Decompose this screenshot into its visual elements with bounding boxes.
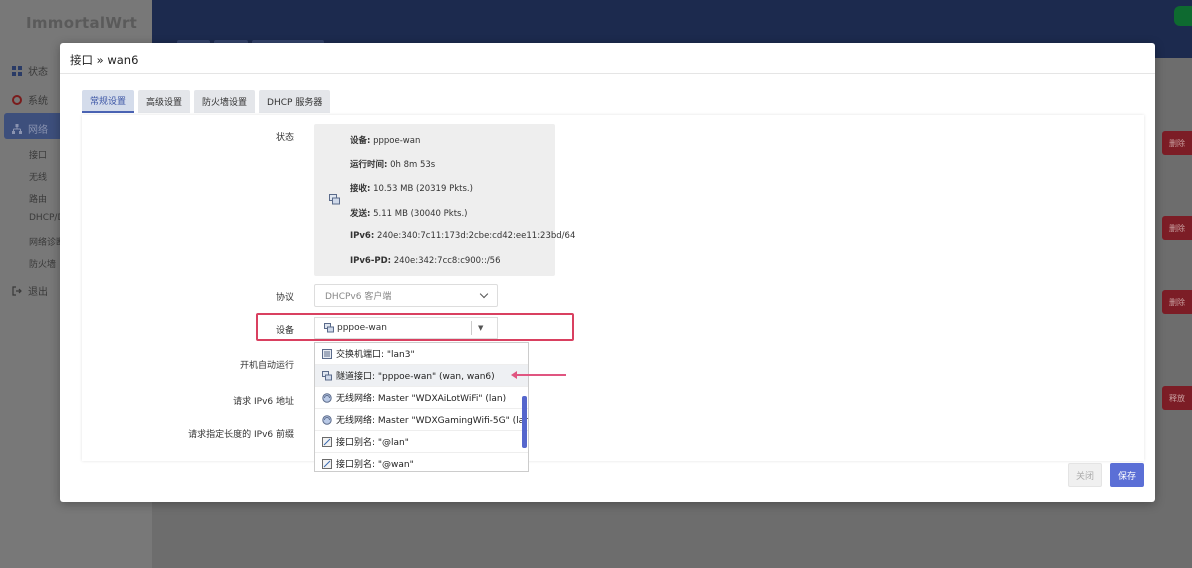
status-rx: 接收: 10.53 MB (20319 Pkts.) — [350, 184, 473, 194]
status-ipv6-pd: IPv6-PD: 240e:342:7cc8:c900::/56 — [350, 256, 501, 266]
sidebar-subitem-interfaces[interactable]: 接口 — [29, 148, 47, 161]
dropdown-item-alias[interactable]: 接口别名: "@wan" — [315, 453, 528, 471]
sidebar-item-system[interactable]: 系统 — [12, 92, 48, 107]
alias-icon — [322, 436, 332, 447]
dropdown-arrow-icon[interactable]: ▼ — [472, 324, 483, 332]
sidebar-item-label: 状态 — [28, 67, 48, 78]
delete-button[interactable]: 删除 — [1162, 131, 1192, 155]
status-tx: 发送: 5.11 MB (30040 Pkts.) — [350, 209, 468, 219]
sidebar-item-logout[interactable]: 退出 — [12, 283, 48, 298]
sidebar-item-label: 退出 — [28, 287, 48, 298]
request-ipv6-label: 请求 IPv6 地址 — [233, 397, 294, 407]
tab-dhcp-server[interactable]: DHCP 服务器 — [259, 90, 331, 113]
device-dropdown-list: 交换机端口: "lan3" 隧道接口: "pppoe-wan" (wan, wa… — [314, 342, 529, 472]
modal-title: 接口 » wan6 — [70, 53, 139, 67]
tab-advanced-settings[interactable]: 高级设置 — [138, 90, 191, 113]
close-button[interactable]: 关闭 — [1068, 463, 1102, 487]
sidebar-subitem-routes[interactable]: 路由 — [29, 192, 47, 205]
autostart-label: 开机自动运行 — [239, 361, 294, 371]
save-button[interactable]: 保存 — [1110, 463, 1144, 487]
request-prefix-label: 请求指定长度的 IPv6 前缀 — [188, 430, 294, 440]
switch-port-icon — [322, 348, 332, 359]
tunnel-icon — [324, 323, 334, 333]
network-icon — [12, 123, 22, 134]
alias-icon — [322, 458, 332, 469]
protocol-select[interactable]: DHCPv6 客户端 — [314, 284, 498, 307]
dashboard-icon — [12, 65, 22, 76]
device-select[interactable]: pppoe-wan ▼ — [314, 317, 498, 339]
tunnel-icon — [322, 370, 332, 380]
sidebar-item-label: 网络 — [28, 125, 48, 136]
status-uptime: 运行时间: 0h 8m 53s — [350, 160, 436, 170]
protocol-value: DHCPv6 客户端 — [325, 292, 392, 302]
interface-edit-modal: 接口 » wan6 常规设置 高级设置 防火墙设置 DHCP 服务器 状态 设备… — [60, 43, 1155, 502]
dropdown-scrollbar[interactable] — [522, 396, 527, 448]
chevron-down-icon — [479, 289, 489, 299]
sidebar-subitem-firewall[interactable]: 防火墙 — [29, 257, 56, 270]
device-label: 设备 — [275, 326, 294, 336]
protocol-label: 协议 — [275, 293, 294, 303]
dropdown-item-switch-port[interactable]: 交换机端口: "lan3" — [315, 343, 528, 365]
sidebar-subitem-wireless[interactable]: 无线 — [29, 170, 47, 183]
release-button[interactable]: 释放 — [1162, 386, 1192, 410]
logout-icon — [12, 285, 22, 296]
delete-button[interactable]: 删除 — [1162, 216, 1192, 240]
dropdown-item-tunnel[interactable]: 隧道接口: "pppoe-wan" (wan, wan6) — [315, 365, 528, 387]
status-label: 状态 — [275, 133, 294, 143]
tab-bar: 常规设置 高级设置 防火墙设置 DHCP 服务器 — [82, 90, 331, 113]
divider — [60, 73, 1155, 74]
sidebar-item-network[interactable]: 网络 — [12, 121, 48, 136]
wifi-icon — [322, 414, 332, 425]
delete-button[interactable]: 删除 — [1162, 290, 1192, 314]
status-device: 设备: pppoe-wan — [350, 136, 421, 146]
dropdown-item-alias[interactable]: 接口别名: "@lan" — [315, 431, 528, 453]
sidebar-item-status[interactable]: 状态 — [12, 63, 48, 78]
device-selected-value: pppoe-wan — [315, 323, 471, 333]
wifi-icon — [322, 392, 332, 403]
gear-icon — [12, 94, 22, 105]
logo: ImmortalWrt — [26, 14, 138, 32]
annotation-arrow — [511, 371, 566, 379]
status-box: 设备: pppoe-wan 运行时间: 0h 8m 53s 接收: 10.53 … — [314, 124, 575, 276]
tab-firewall-settings[interactable]: 防火墙设置 — [194, 90, 256, 113]
tab-panel — [82, 115, 1144, 461]
status-indicator — [1174, 6, 1192, 26]
dropdown-item-wireless[interactable]: 无线网络: Master "WDXGamingWifi-5G" (lan) — [315, 409, 528, 431]
status-ipv6: IPv6: 240e:340:7c11:173d:2cbe:cd42:ee11:… — [350, 231, 576, 241]
dropdown-item-wireless[interactable]: 无线网络: Master "WDXAiLotWiFi" (lan) — [315, 387, 528, 409]
tunnel-icon — [329, 194, 340, 205]
tab-general-settings[interactable]: 常规设置 — [82, 90, 135, 113]
sidebar-item-label: 系统 — [28, 96, 48, 107]
